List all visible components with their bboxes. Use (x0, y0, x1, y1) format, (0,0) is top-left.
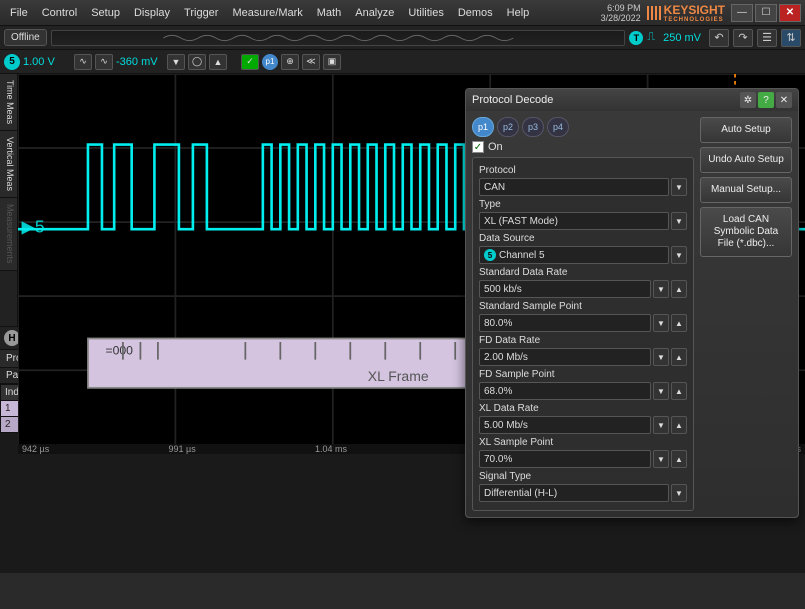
overview-wave[interactable] (51, 30, 626, 46)
channel-badge[interactable]: 5 (4, 54, 20, 70)
auto-setup-button[interactable]: Auto Setup (700, 117, 792, 143)
brand-logo: KEYSIGHTTECHNOLOGIES (647, 3, 725, 23)
step-up-icon[interactable]: ▲ (671, 314, 687, 332)
step-down-icon[interactable]: ▼ (653, 416, 669, 434)
layout-icon[interactable]: ⇅ (781, 29, 801, 47)
gear-icon[interactable]: ✲ (740, 92, 756, 108)
tab-vertical-meas[interactable]: Vertical Meas (0, 131, 17, 198)
step-up-icon[interactable]: ▲ (671, 382, 687, 400)
check-icon[interactable]: ✓ (241, 54, 259, 70)
chevron-down-icon[interactable]: ▼ (671, 484, 687, 502)
trigger-level[interactable]: 250 mV (659, 32, 705, 44)
type-select[interactable]: XL (FAST Mode) (479, 212, 669, 230)
redo-icon[interactable]: ↷ (733, 29, 753, 47)
step-up-icon[interactable]: ▲ (671, 280, 687, 298)
menu-demos[interactable]: Demos (452, 3, 499, 23)
svg-text:=000: =000 (105, 343, 133, 357)
offset-reset-icon[interactable]: ◯ (188, 54, 206, 70)
svg-text:▶5: ▶5 (21, 217, 44, 237)
panel-title[interactable]: Protocol Decode ✲ ? ✕ (466, 89, 798, 111)
protocol-select[interactable]: CAN (479, 178, 669, 196)
protocol-decode-panel: Protocol Decode ✲ ? ✕ p1 p2 p3 p4 ✓ On P… (465, 88, 799, 518)
menu-utilities[interactable]: Utilities (402, 3, 449, 23)
group-label: Protocol (479, 165, 687, 176)
help-icon[interactable]: ? (758, 92, 774, 108)
chevron-down-icon[interactable]: ▼ (671, 212, 687, 230)
xl-sp-input[interactable]: 70.0% (479, 450, 651, 468)
minimize-button[interactable]: — (731, 4, 753, 22)
signal-type-select[interactable]: Differential (H-L) (479, 484, 669, 502)
menu-display[interactable]: Display (128, 3, 176, 23)
step-down-icon[interactable]: ▼ (653, 280, 669, 298)
menu-math[interactable]: Math (311, 3, 347, 23)
step-down-icon[interactable]: ▼ (653, 348, 669, 366)
panel-close-icon[interactable]: ✕ (776, 92, 792, 108)
vertical-scale[interactable]: 1.00 V (23, 56, 71, 68)
std-rate-input[interactable]: 500 kb/s (479, 280, 651, 298)
add-icon[interactable]: ⊕ (281, 54, 299, 70)
tab-p1[interactable]: p1 (472, 117, 494, 137)
menu-setup[interactable]: Setup (85, 3, 126, 23)
coupling-dc-icon[interactable]: ∿ (95, 54, 113, 70)
on-checkbox[interactable]: ✓ (472, 141, 484, 153)
tab-p4[interactable]: p4 (547, 117, 569, 137)
tab-p2[interactable]: p2 (497, 117, 519, 137)
layers-icon[interactable]: ▣ (323, 54, 341, 70)
title-bar: File Control Setup Display Trigger Measu… (0, 0, 805, 26)
trigger-badge[interactable]: T (629, 31, 643, 45)
menu-bar: File Control Setup Display Trigger Measu… (4, 3, 535, 23)
step-down-icon[interactable]: ▼ (653, 450, 669, 468)
step-up-icon[interactable]: ▲ (671, 348, 687, 366)
menu-file[interactable]: File (4, 3, 34, 23)
step-up-icon[interactable]: ▲ (671, 416, 687, 434)
svg-text:XL Frame: XL Frame (368, 368, 429, 384)
maximize-button[interactable]: ☐ (755, 4, 777, 22)
menu-help[interactable]: Help (501, 3, 536, 23)
menu-control[interactable]: Control (36, 3, 83, 23)
coupling-ac-icon[interactable]: ∿ (74, 54, 92, 70)
channel-bar: 5 1.00 V ∿ ∿ -360 mV ▼ ◯ ▲ ✓ p1 ⊕ ≪ ▣ (0, 50, 805, 74)
step-down-icon[interactable]: ▼ (653, 382, 669, 400)
chevron-down-icon[interactable]: ▼ (671, 178, 687, 196)
menu-measure[interactable]: Measure/Mark (226, 3, 308, 23)
tab-time-meas[interactable]: Time Meas (0, 74, 17, 131)
status-strip: Offline T ⎍ 250 mV ↶ ↷ ☰ ⇅ (0, 26, 805, 50)
mode-pill[interactable]: Offline (4, 29, 47, 46)
step-down-icon[interactable]: ▼ (653, 314, 669, 332)
side-tabs: Time Meas Vertical Meas Measurements (0, 74, 18, 326)
menu-trigger[interactable]: Trigger (178, 3, 224, 23)
back-icon[interactable]: ≪ (302, 54, 320, 70)
xl-rate-input[interactable]: 5.00 Mb/s (479, 416, 651, 434)
trigger-edge-icon: ⎍ (647, 31, 655, 44)
step-up-icon[interactable]: ▲ (671, 450, 687, 468)
p1-badge[interactable]: p1 (262, 54, 278, 70)
chevron-down-icon[interactable]: ▼ (671, 246, 687, 264)
fd-sp-input[interactable]: 68.0% (479, 382, 651, 400)
protocol-tabs: p1 p2 p3 p4 (472, 117, 694, 137)
tools-icon[interactable]: ☰ (757, 29, 777, 47)
offset-up-icon[interactable]: ▲ (209, 54, 227, 70)
offset-down-icon[interactable]: ▼ (167, 54, 185, 70)
on-label: On (488, 141, 503, 153)
std-sp-input[interactable]: 80.0% (479, 314, 651, 332)
close-button[interactable]: ✕ (779, 4, 801, 22)
manual-setup-button[interactable]: Manual Setup... (700, 177, 792, 203)
clock: 6:09 PM3/28/2022 (601, 3, 641, 23)
undo-auto-setup-button[interactable]: Undo Auto Setup (700, 147, 792, 173)
undo-icon[interactable]: ↶ (709, 29, 729, 47)
fd-rate-input[interactable]: 2.00 Mb/s (479, 348, 651, 366)
vertical-offset[interactable]: -360 mV (116, 56, 164, 68)
tab-p3[interactable]: p3 (522, 117, 544, 137)
source-select[interactable]: 5Channel 5 (479, 246, 669, 264)
load-dbc-button[interactable]: Load CAN Symbolic Data File (*.dbc)... (700, 207, 792, 257)
menu-analyze[interactable]: Analyze (349, 3, 400, 23)
tab-measurements[interactable]: Measurements (0, 198, 17, 271)
